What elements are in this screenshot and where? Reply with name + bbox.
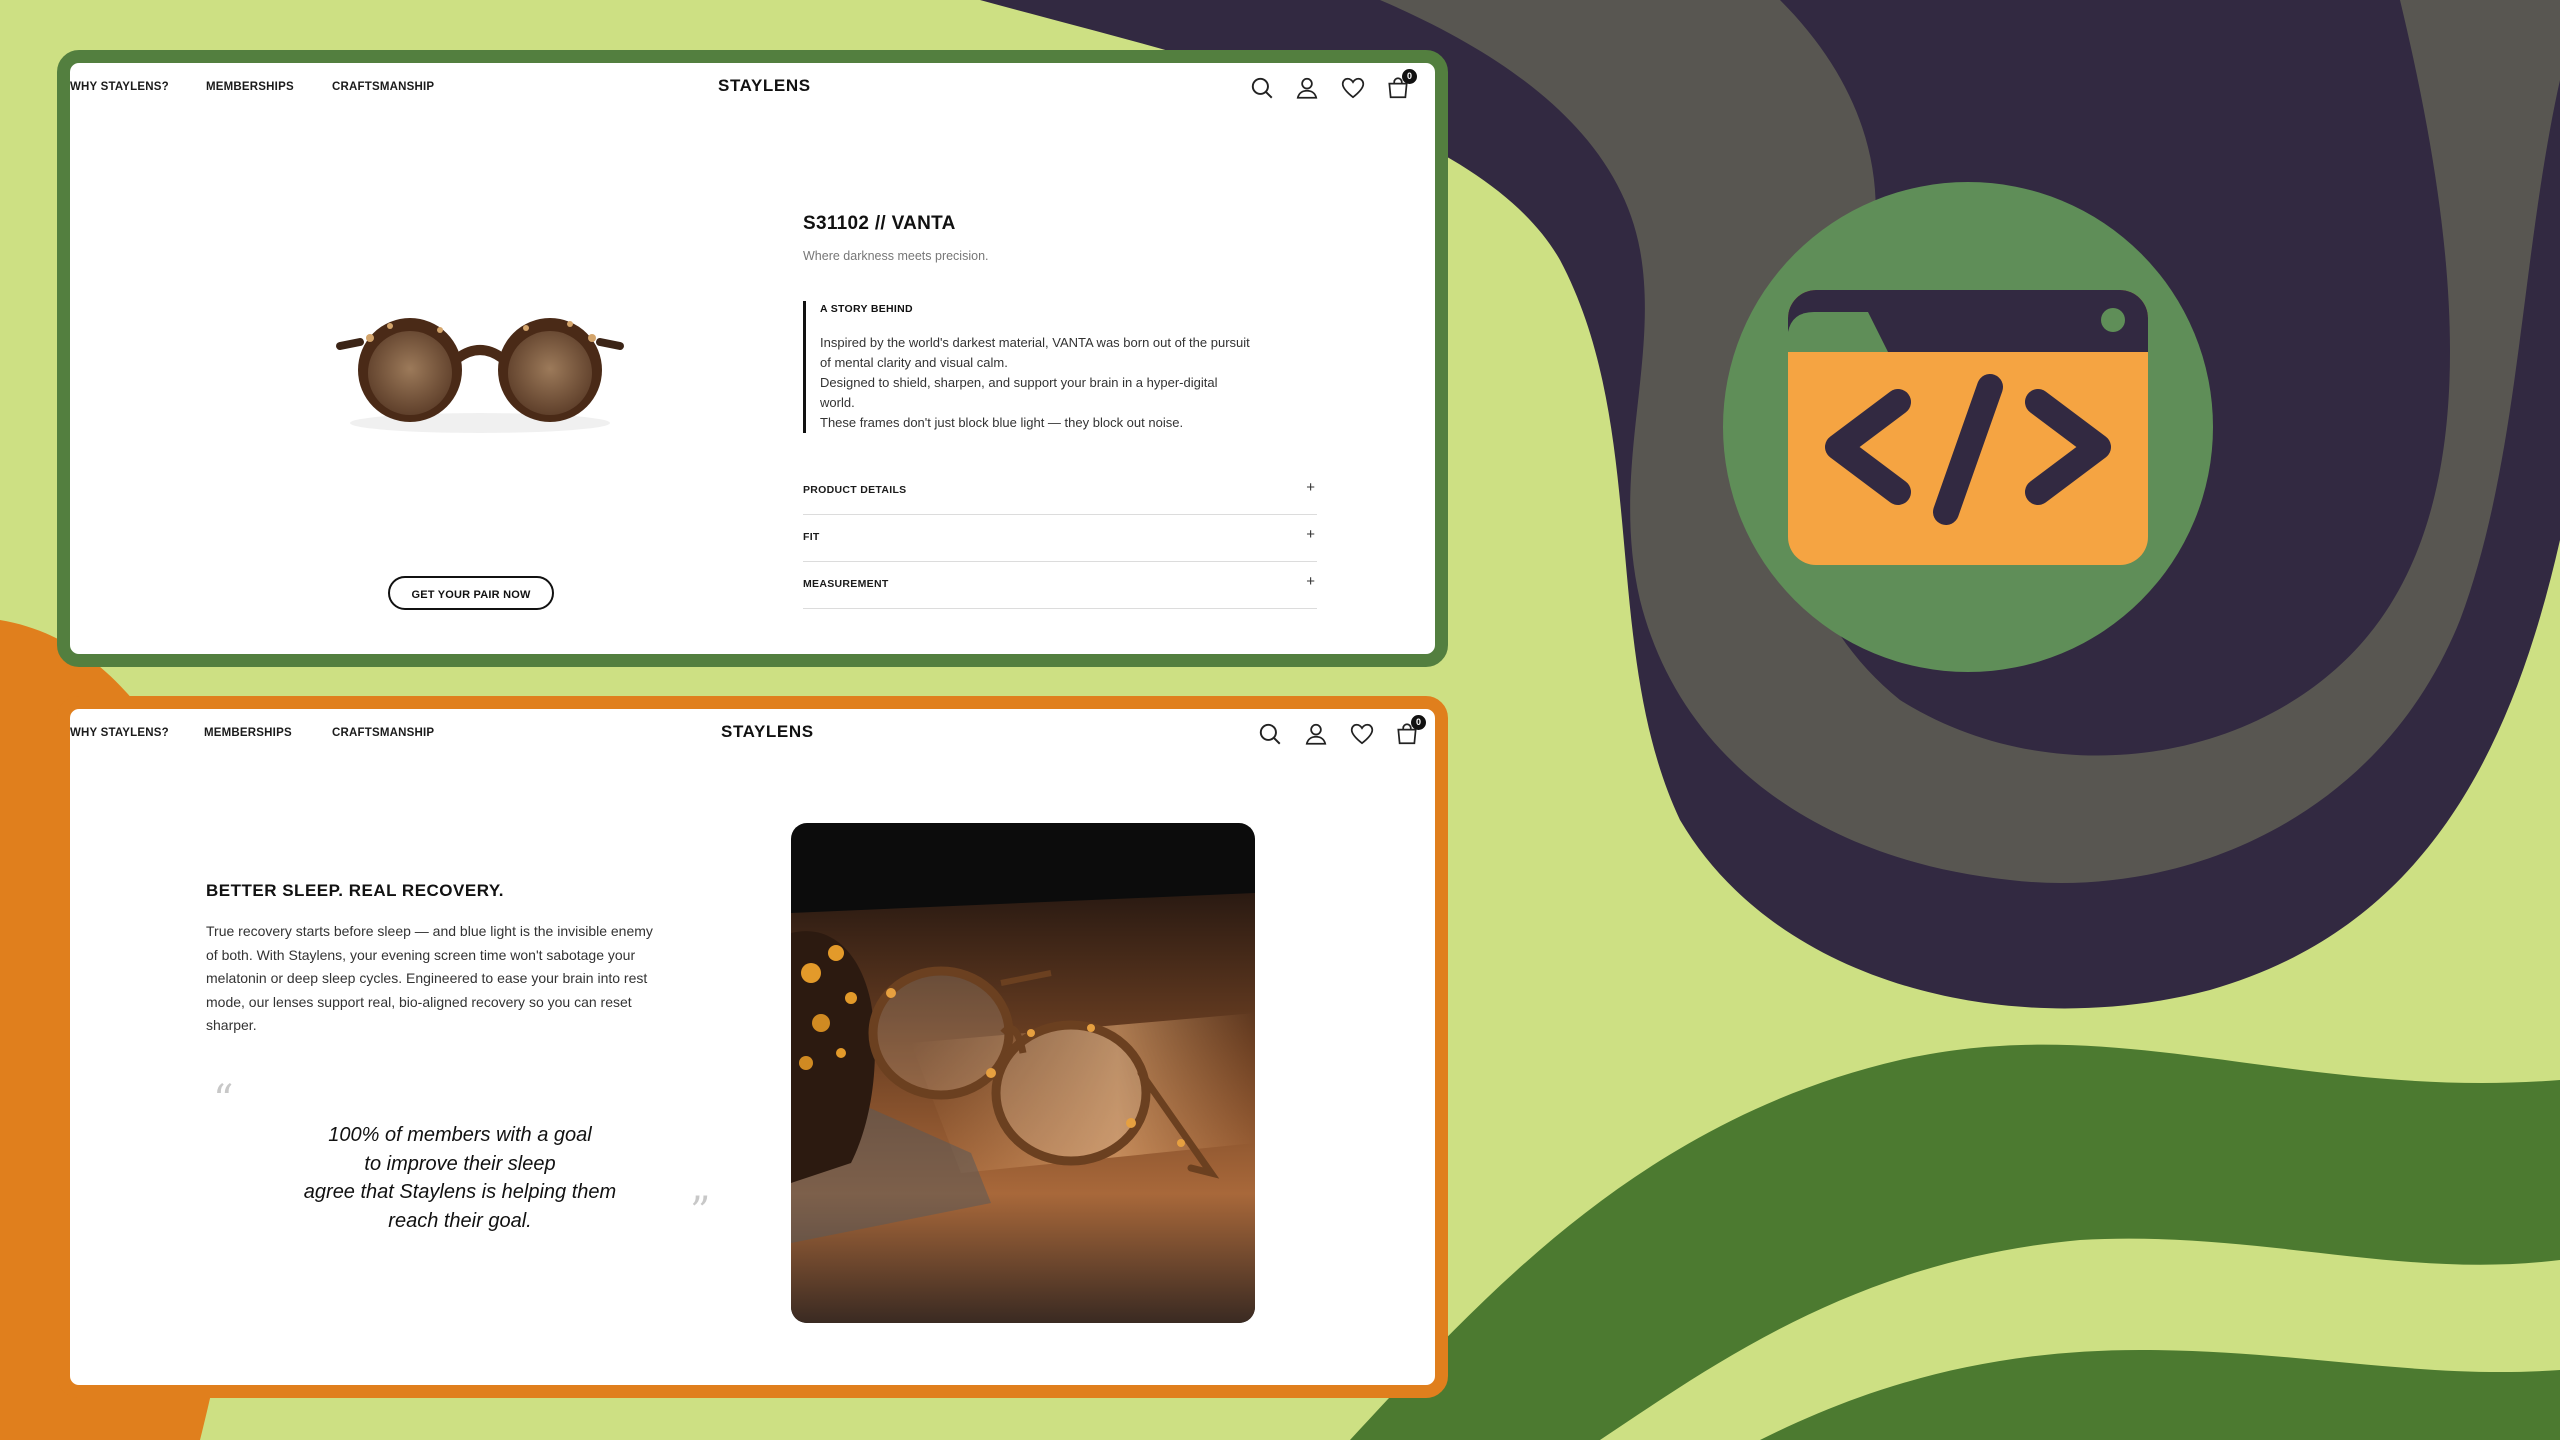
quote-line: agree that Staylens is helping them [303,1181,617,1203]
story-line: world. [820,395,855,410]
brand-logo[interactable]: STAYLENS [718,76,811,96]
user-icon[interactable] [1303,721,1329,747]
body-line: True recovery starts before sleep — and … [206,923,653,939]
cart-icon[interactable]: 0 [1385,69,1417,101]
sunglasses-product-image [336,318,624,433]
section-body: True recovery starts before sleep — and … [206,920,716,1038]
heart-icon[interactable] [1340,75,1366,101]
sleep-page-window: WHY STAYLENS? MEMBERSHIPS CRAFTSMANSHIP … [57,696,1448,1398]
accordion-measurement[interactable]: MEASUREMENT + [803,562,1317,609]
expand-icon[interactable]: + [1306,573,1315,590]
brand-logo[interactable]: STAYLENS [721,722,814,742]
quote-line: to improve their sleep [364,1152,556,1175]
product-subtitle: Where darkness meets precision. [803,249,989,263]
get-your-pair-button[interactable]: GET YOUR PAIR NOW [388,576,554,610]
product-title: S31102 // VANTA [803,213,956,234]
story-line: These frames don't just block blue light… [820,415,1184,430]
section-title: BETTER SLEEP. REAL RECOVERY. [206,881,505,900]
cart-count-badge: 0 [1402,69,1417,84]
body-line: sharper. [206,1017,257,1033]
glasses-on-table-photo [791,823,1255,1323]
top-navbar: WHY STAYLENS? MEMBERSHIPS CRAFTSMANSHIP … [70,709,1435,765]
quote-line: 100% of members with a goal [328,1124,592,1146]
open-quote-icon: “ [213,1077,234,1123]
expand-icon[interactable]: + [1306,479,1315,496]
nav-link-why-staylens[interactable]: WHY STAYLENS? [70,727,169,739]
accordion-fit[interactable]: FIT + [803,515,1317,562]
accordion-label: FIT [803,531,820,543]
product-page-window: WHY STAYLENS? MEMBERSHIPS CRAFTSMANSHIP … [57,50,1448,667]
nav-link-memberships[interactable]: MEMBERSHIPS [206,81,294,93]
close-quote-icon: ” [690,1189,711,1235]
accordion-label: PRODUCT DETAILS [803,484,907,496]
accordion-label: MEASUREMENT [803,578,889,590]
story-line: Inspired by the world's darkest material… [820,335,1250,350]
story-line: of mental clarity and visual calm. [820,355,1008,370]
nav-link-craftsmanship[interactable]: CRAFTSMANSHIP [332,81,434,93]
story-heading: A STORY BEHIND [820,303,913,315]
body-line: mode, our lenses support real, bio-align… [206,993,632,1010]
search-icon[interactable] [1257,721,1283,747]
testimonial-quote: 100% of members with a goal to improve t… [250,1121,670,1235]
expand-icon[interactable]: + [1306,526,1315,543]
cart-count-badge: 0 [1411,715,1426,730]
heart-icon[interactable] [1349,721,1375,747]
cart-icon[interactable]: 0 [1394,715,1426,747]
nav-link-memberships[interactable]: MEMBERSHIPS [204,727,292,739]
quote-line: reach their goal. [388,1209,532,1232]
top-navbar: WHY STAYLENS? MEMBERSHIPS CRAFTSMANSHIP … [70,63,1435,119]
accordion-product-details[interactable]: PRODUCT DETAILS + [803,468,1317,515]
user-icon[interactable] [1294,75,1320,101]
search-icon[interactable] [1249,75,1275,101]
story-line: Designed to shield, sharpen, and support… [820,375,1218,390]
nav-link-why-staylens[interactable]: WHY STAYLENS? [70,81,169,93]
story-block: A STORY BEHIND Inspired by the world's d… [803,301,1340,433]
body-line: melatonin or deep sleep cycles. Engineer… [206,970,648,986]
nav-link-craftsmanship[interactable]: CRAFTSMANSHIP [332,727,434,739]
story-text: Inspired by the world's darkest material… [820,333,1340,433]
body-line: of both. With Staylens, your evening scr… [206,946,636,963]
code-window-icon [1723,182,2213,672]
